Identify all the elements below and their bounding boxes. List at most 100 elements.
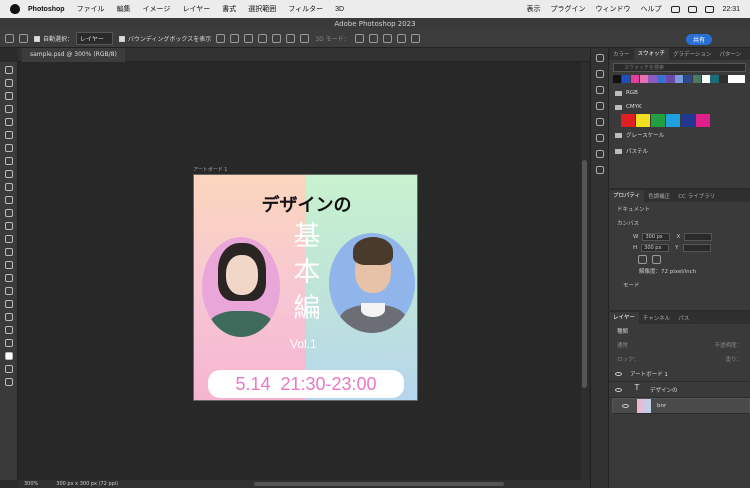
slide-3d-icon[interactable]	[396, 34, 406, 43]
brush-tool-icon[interactable]	[4, 170, 13, 178]
tab-color[interactable]: カラー	[609, 50, 634, 58]
menu-select[interactable]: 選択範囲	[248, 4, 276, 14]
auto-select-checkbox[interactable]	[34, 35, 40, 42]
share-button[interactable]: 共有	[685, 34, 712, 45]
lasso-tool-icon[interactable]	[4, 92, 13, 100]
folder-rgb[interactable]: RGB	[609, 86, 750, 100]
cmyk-swatch[interactable]	[681, 114, 695, 127]
color-swatch[interactable]	[639, 75, 648, 83]
character-icon[interactable]	[595, 150, 604, 158]
menu-file[interactable]: ファイル	[77, 4, 105, 14]
info-icon[interactable]	[595, 102, 604, 110]
type-tool-icon[interactable]	[4, 274, 13, 282]
color-swatch[interactable]	[648, 75, 657, 83]
align-middle-icon[interactable]	[272, 34, 282, 43]
bounding-box-checkbox[interactable]	[118, 35, 125, 42]
align-center-icon[interactable]	[230, 34, 240, 43]
object-select-tool-icon[interactable]	[4, 105, 13, 113]
crop-tool-icon[interactable]	[4, 118, 13, 126]
menu-view[interactable]: 表示	[526, 4, 540, 14]
screen-mode-icon[interactable]	[4, 378, 13, 386]
tab-swatches[interactable]: スウォッチ	[633, 48, 670, 60]
layer-filter-dropdown[interactable]: 種類	[609, 324, 750, 338]
align-top-icon[interactable]	[258, 34, 268, 43]
history-brush-icon[interactable]	[4, 196, 13, 204]
menu-type[interactable]: 書式	[222, 4, 236, 14]
scale-3d-icon[interactable]	[410, 34, 420, 43]
pan-3d-icon[interactable]	[382, 34, 392, 43]
landscape-icon[interactable]	[652, 255, 661, 264]
adjust-icon[interactable]	[595, 134, 604, 142]
cmyk-swatch[interactable]	[621, 114, 635, 127]
frame-tool-icon[interactable]	[4, 131, 13, 139]
healing-brush-icon[interactable]	[4, 157, 13, 165]
tab-patterns[interactable]: パターン	[715, 50, 745, 58]
layer-artboard[interactable]: アートボード 1	[609, 366, 750, 382]
eyedropper-tool-icon[interactable]	[4, 144, 13, 152]
align-left-icon[interactable]	[216, 34, 226, 43]
zoom-level[interactable]: 300%	[24, 481, 38, 487]
dodge-tool-icon[interactable]	[4, 248, 13, 256]
align-right-icon[interactable]	[244, 34, 254, 43]
cmyk-swatch[interactable]	[636, 114, 650, 127]
eye-icon[interactable]	[615, 387, 622, 392]
opacity-label[interactable]: 不透明度：	[714, 341, 742, 349]
menu-app-name[interactable]: Photoshop	[28, 6, 65, 13]
color-swatch[interactable]	[666, 75, 675, 83]
color-swatch[interactable]	[621, 75, 631, 83]
folder-cmyk[interactable]: CMYK	[609, 100, 750, 114]
horizontal-scroll-thumb[interactable]	[254, 482, 504, 486]
portrait-icon[interactable]	[638, 255, 647, 264]
align-bottom-icon[interactable]	[286, 34, 296, 43]
color-swatch[interactable]	[710, 75, 719, 83]
shape-tool-icon[interactable]	[4, 300, 13, 308]
play-icon[interactable]	[595, 70, 604, 78]
blur-tool-icon[interactable]	[4, 235, 13, 243]
color-swatch[interactable]	[719, 75, 728, 83]
artboard-label[interactable]: アートボード 1	[193, 166, 227, 173]
move-tool-icon[interactable]	[19, 34, 28, 43]
bounding-box-option[interactable]: バウンディングボックスを表示	[118, 34, 211, 43]
blend-mode-dropdown[interactable]: 通常	[617, 341, 628, 349]
color-swatch[interactable]	[683, 75, 693, 83]
paragraph-icon[interactable]	[595, 166, 604, 174]
color-swatch[interactable]	[728, 75, 737, 83]
folder-grayscale[interactable]: グレースケール	[609, 127, 750, 143]
eye-icon[interactable]	[615, 371, 622, 376]
color-swatch[interactable]	[675, 75, 684, 83]
color-swatch[interactable]	[613, 75, 622, 83]
cmyk-swatch[interactable]	[696, 114, 710, 127]
color-swatch[interactable]	[657, 75, 666, 83]
gradient-tool-icon[interactable]	[4, 222, 13, 230]
menu-window[interactable]: ウィンドウ	[595, 4, 630, 14]
eraser-tool-icon[interactable]	[4, 209, 13, 217]
layer-text[interactable]: T デザインの	[609, 382, 750, 398]
tab-paths[interactable]: パス	[674, 314, 693, 322]
menubar-clock[interactable]: 22:31	[722, 6, 740, 13]
learn-icon[interactable]	[595, 86, 604, 94]
layer-image[interactable]: bnr	[612, 398, 750, 414]
fill-label[interactable]: 塗り：	[725, 355, 742, 363]
menu-image[interactable]: イメージ	[143, 4, 171, 14]
artboard-tool-icon[interactable]	[4, 79, 13, 87]
quick-mask-icon[interactable]	[4, 365, 13, 373]
battery-icon[interactable]	[688, 5, 698, 13]
tab-channels[interactable]: チャンネル	[639, 314, 674, 322]
width-input[interactable]: 300 px	[642, 233, 671, 241]
wifi-icon[interactable]	[671, 5, 681, 13]
auto-select-option[interactable]: 自動選択： レイヤー	[34, 32, 113, 45]
menu-edit[interactable]: 編集	[117, 4, 131, 14]
roll-3d-icon[interactable]	[368, 34, 378, 43]
apple-icon[interactable]	[10, 4, 20, 14]
libraries-icon[interactable]	[595, 118, 604, 126]
tab-cc-libraries[interactable]: CC ライブラリ	[674, 192, 719, 200]
pen-tool-icon[interactable]	[4, 261, 13, 269]
home-icon[interactable]	[5, 34, 14, 43]
menu-help[interactable]: ヘルプ	[640, 4, 661, 14]
cmyk-swatch[interactable]	[651, 114, 665, 127]
tab-properties[interactable]: プロパティ	[609, 190, 645, 202]
path-select-icon[interactable]	[4, 287, 13, 295]
comments-icon[interactable]	[595, 54, 604, 62]
tab-adjustments[interactable]: 色調補正	[644, 192, 674, 200]
document-size[interactable]: 300 px x 300 px (72 ppi)	[56, 481, 118, 487]
